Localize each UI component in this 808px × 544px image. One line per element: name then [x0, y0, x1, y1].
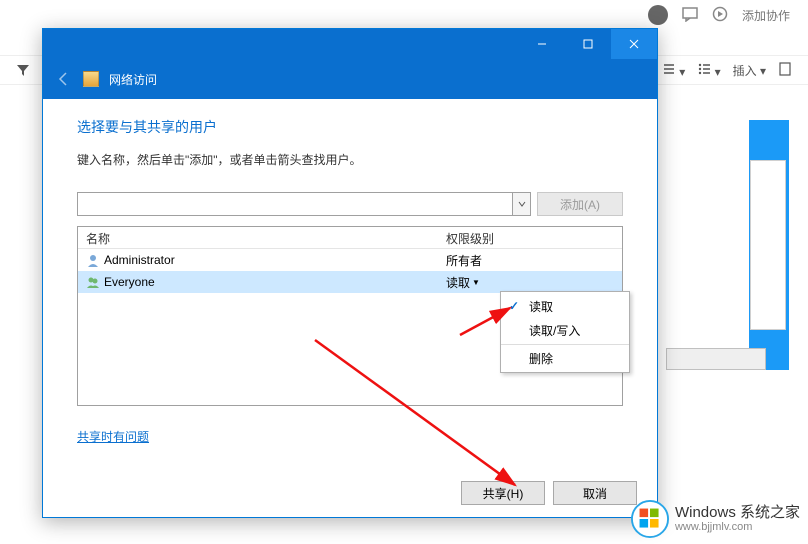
- background-top-toolbar: 添加协作: [0, 0, 808, 30]
- permission-dropdown[interactable]: 读取 ▼: [446, 274, 480, 291]
- background-panel-inner: [750, 160, 786, 330]
- line-spacing-icon[interactable]: ▾: [662, 62, 685, 79]
- menu-item-label: 读取/写入: [529, 322, 580, 339]
- network-access-dialog: 网络访问 选择要与其共享的用户 键入名称，然后单击"添加"，或者单击箭头查找用户…: [42, 28, 658, 518]
- list-row[interactable]: Administrator 所有者: [78, 249, 622, 271]
- dialog-footer: 共享(H) 取消: [43, 469, 657, 517]
- row-name: Administrator: [104, 253, 175, 267]
- share-button[interactable]: 共享(H): [461, 481, 545, 505]
- check-icon: ✓: [509, 299, 519, 313]
- watermark-title: Windows 系统之家: [675, 505, 800, 522]
- doc-icon[interactable]: [778, 62, 792, 79]
- menu-item-read[interactable]: ✓ 读取: [501, 294, 629, 318]
- play-icon: [712, 6, 728, 25]
- add-button: 添加(A): [537, 192, 623, 216]
- help-link[interactable]: 共享时有问题: [77, 428, 149, 445]
- folder-user-icon: [83, 71, 99, 87]
- maximize-button[interactable]: [565, 29, 611, 59]
- page-heading: 选择要与其共享的用户: [77, 117, 623, 137]
- row-name: Everyone: [104, 275, 155, 289]
- cancel-button[interactable]: 取消: [553, 481, 637, 505]
- titlebar: [43, 29, 657, 59]
- watermark-url: www.bjjmlv.com: [675, 521, 800, 533]
- dialog-header: 网络访问: [43, 59, 657, 99]
- minimize-button[interactable]: [519, 29, 565, 59]
- user-combobox[interactable]: [77, 192, 531, 216]
- menu-item-read-write[interactable]: 读取/写入: [501, 318, 629, 342]
- background-button: [666, 348, 766, 370]
- watermark: Windows 系统之家 www.bjjmlv.com: [631, 500, 800, 538]
- user-list: 名称 权限级别 Administrator 所有者 Everyone 读取: [77, 226, 623, 406]
- menu-item-label: 读取: [529, 298, 553, 315]
- windows-logo-icon: [631, 500, 669, 538]
- add-collab-label[interactable]: 添加协作: [742, 7, 790, 24]
- avatar-icon: [648, 5, 668, 25]
- menu-item-label: 删除: [529, 350, 553, 367]
- chat-icon: [682, 6, 698, 25]
- chevron-down-icon: ▼: [472, 278, 480, 287]
- filter-icon[interactable]: [16, 63, 30, 77]
- column-name[interactable]: 名称: [78, 227, 438, 248]
- menu-item-delete[interactable]: 删除: [501, 344, 629, 370]
- list-row[interactable]: Everyone 读取 ▼: [78, 271, 622, 293]
- user-icon: [86, 253, 100, 267]
- row-permission: 读取: [446, 274, 470, 291]
- row-permission: 所有者: [446, 252, 482, 269]
- window-controls: [519, 29, 657, 59]
- dialog-title: 网络访问: [109, 71, 157, 88]
- list-icon[interactable]: ▾: [697, 62, 720, 79]
- combobox-dropdown-button[interactable]: [512, 193, 530, 215]
- user-input-row: 添加(A): [77, 192, 623, 216]
- column-permission[interactable]: 权限级别: [438, 227, 622, 248]
- user-input[interactable]: [78, 193, 512, 215]
- page-description: 键入名称，然后单击"添加"，或者单击箭头查找用户。: [77, 151, 623, 168]
- dialog-content: 选择要与其共享的用户 键入名称，然后单击"添加"，或者单击箭头查找用户。 添加(…: [43, 99, 657, 469]
- insert-menu[interactable]: 插入 ▾: [733, 62, 766, 79]
- group-icon: [86, 275, 100, 289]
- back-arrow-icon[interactable]: [55, 70, 73, 88]
- close-button[interactable]: [611, 29, 657, 59]
- list-header: 名称 权限级别: [78, 227, 622, 249]
- permission-context-menu: ✓ 读取 读取/写入 删除: [500, 291, 630, 373]
